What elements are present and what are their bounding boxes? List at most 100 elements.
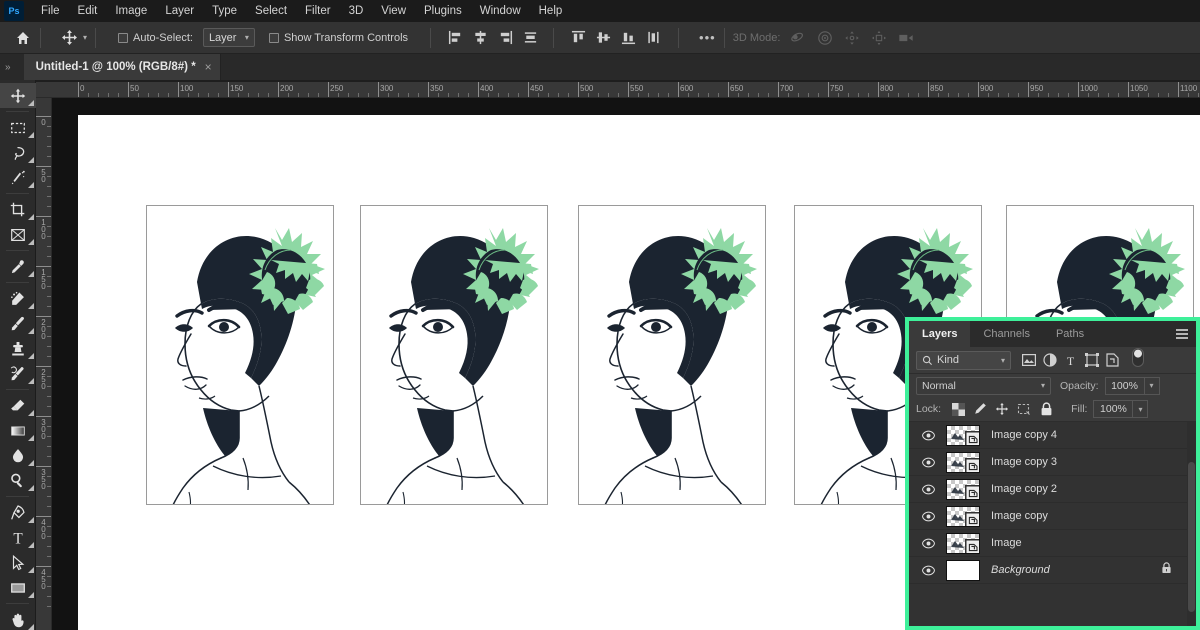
filter-adjustment-layers-icon[interactable]	[1039, 351, 1060, 370]
tool-lasso-tool[interactable]	[0, 140, 36, 165]
opacity-value[interactable]: 100%	[1105, 377, 1145, 395]
menu-item-view[interactable]: View	[372, 0, 415, 22]
lock-all-icon[interactable]	[1035, 400, 1057, 418]
layer-row[interactable]: Background	[909, 557, 1196, 584]
tool-gradient-tool[interactable]	[0, 418, 36, 443]
tool-eraser-tool[interactable]	[0, 393, 36, 418]
align-horizontal-centers-icon[interactable]	[471, 29, 489, 47]
layers-scrollbar[interactable]	[1187, 422, 1196, 626]
close-icon[interactable]: ×	[205, 60, 212, 74]
align-right-edges-icon[interactable]	[496, 29, 514, 47]
blend-mode-dropdown[interactable]: Normal ▾	[916, 377, 1051, 395]
distribute-vertically-icon[interactable]	[644, 29, 662, 47]
layer-thumbnail[interactable]	[946, 425, 980, 446]
tool-pen-tool[interactable]	[0, 500, 36, 525]
tool-rectangular-marquee-tool[interactable]	[0, 115, 36, 140]
align-top-edges-icon[interactable]	[569, 29, 587, 47]
layer-visibility-toggle[interactable]	[917, 511, 939, 522]
menu-item-image[interactable]: Image	[106, 0, 156, 22]
layer-visibility-toggle[interactable]	[917, 430, 939, 441]
tool-hand-tool[interactable]	[0, 607, 36, 630]
fill-value[interactable]: 100%	[1093, 400, 1133, 418]
menu-item-3d[interactable]: 3D	[340, 0, 373, 22]
filter-pixel-layers-icon[interactable]	[1018, 351, 1039, 370]
vertical-ruler[interactable]: 050100150200250300350400450	[36, 98, 52, 630]
document-tab[interactable]: Untitled-1 @ 100% (RGB/8#) * ×	[24, 54, 221, 80]
layer-thumbnail[interactable]	[946, 506, 980, 527]
ruler-label: 1000	[1080, 84, 1098, 93]
chevron-double-right-icon[interactable]: »	[5, 62, 11, 73]
layer-row[interactable]: Image copy	[909, 503, 1196, 530]
tool-crop-tool[interactable]	[0, 197, 36, 222]
layer-row[interactable]: Image copy 2	[909, 476, 1196, 503]
active-tool-move-icon[interactable]	[59, 28, 79, 48]
tool-frame-tool[interactable]	[0, 222, 36, 247]
tool-blur-tool[interactable]	[0, 443, 36, 468]
layer-row[interactable]: Image copy 3	[909, 449, 1196, 476]
layer-row[interactable]: Image	[909, 530, 1196, 557]
toolbar-separator	[6, 603, 29, 604]
artwork-card-3[interactable]	[578, 205, 766, 505]
panel-tab-channels[interactable]: Channels	[970, 321, 1042, 347]
artwork-card-2[interactable]	[360, 205, 548, 505]
layer-visibility-toggle[interactable]	[917, 538, 939, 549]
filter-enable-toggle[interactable]	[1132, 348, 1144, 372]
layer-visibility-toggle[interactable]	[917, 484, 939, 495]
tool-horizontal-type-tool[interactable]: T	[0, 525, 36, 550]
tool-object-selection-tool[interactable]	[0, 165, 36, 190]
tool-preset-caret-icon[interactable]: ▾	[83, 33, 87, 42]
menu-item-file[interactable]: File	[32, 0, 69, 22]
lock-artboard-nesting-icon[interactable]	[1013, 400, 1035, 418]
filter-type-layers-icon[interactable]: T	[1060, 351, 1081, 370]
tool-brush-tool[interactable]	[0, 311, 36, 336]
artwork-card-1[interactable]	[146, 205, 334, 505]
tool-dodge-tool[interactable]	[0, 468, 36, 493]
menu-item-select[interactable]: Select	[246, 0, 296, 22]
menu-item-type[interactable]: Type	[203, 0, 246, 22]
fill-stepper-icon[interactable]: ▾	[1133, 400, 1148, 418]
layer-thumbnail[interactable]	[946, 533, 980, 554]
layer-thumbnail[interactable]	[946, 560, 980, 581]
show-transform-controls-checkbox[interactable]: Show Transform Controls	[269, 32, 408, 44]
lock-transparent-pixels-icon[interactable]	[947, 400, 969, 418]
layer-row[interactable]: Image copy 4	[909, 422, 1196, 449]
filter-kind-dropdown[interactable]: Kind ▾	[916, 351, 1011, 370]
tool-path-selection-tool[interactable]	[0, 550, 36, 575]
menu-item-edit[interactable]: Edit	[69, 0, 107, 22]
panel-tab-layers[interactable]: Layers	[909, 321, 970, 347]
menu-item-filter[interactable]: Filter	[296, 0, 340, 22]
menu-item-plugins[interactable]: Plugins	[415, 0, 471, 22]
smart-object-badge-icon	[965, 512, 979, 526]
panel-menu-icon[interactable]	[1176, 329, 1188, 339]
align-vertical-centers-icon[interactable]	[594, 29, 612, 47]
tool-move-tool[interactable]	[0, 83, 36, 108]
home-icon[interactable]	[14, 29, 32, 47]
panel-tab-paths[interactable]: Paths	[1043, 321, 1097, 347]
align-left-edges-icon[interactable]	[446, 29, 464, 47]
tool-spot-healing-brush-tool[interactable]	[0, 286, 36, 311]
distribute-horizontally-icon[interactable]	[521, 29, 539, 47]
lock-position-icon[interactable]	[991, 400, 1013, 418]
tool-history-brush-tool[interactable]	[0, 361, 36, 386]
layer-thumbnail[interactable]	[946, 479, 980, 500]
auto-select-scope-dropdown[interactable]: Layer ▾	[203, 28, 255, 47]
align-bottom-edges-icon[interactable]	[619, 29, 637, 47]
tool-clone-stamp-tool[interactable]	[0, 336, 36, 361]
lock-image-pixels-icon[interactable]	[969, 400, 991, 418]
horizontal-ruler[interactable]: 0501001502002503003504004505005506006507…	[36, 82, 1200, 98]
menu-item-help[interactable]: Help	[530, 0, 572, 22]
auto-select-checkbox[interactable]: Auto-Select:	[118, 32, 193, 44]
more-options-button[interactable]: •••	[699, 30, 716, 45]
menu-item-window[interactable]: Window	[471, 0, 530, 22]
menu-item-layer[interactable]: Layer	[156, 0, 203, 22]
tool-rectangle-tool[interactable]	[0, 575, 36, 600]
filter-smart-objects-icon[interactable]	[1102, 351, 1123, 370]
layers-list[interactable]: Image copy 4Image copy 3Image copy 2Imag…	[909, 422, 1196, 626]
layer-thumbnail[interactable]	[946, 452, 980, 473]
tool-eyedropper-tool[interactable]	[0, 254, 36, 279]
layer-visibility-toggle[interactable]	[917, 457, 939, 468]
filter-shape-layers-icon[interactable]	[1081, 351, 1102, 370]
opacity-stepper-icon[interactable]: ▾	[1145, 377, 1160, 395]
ruler-tick	[578, 82, 579, 98]
layer-visibility-toggle[interactable]	[917, 565, 939, 576]
